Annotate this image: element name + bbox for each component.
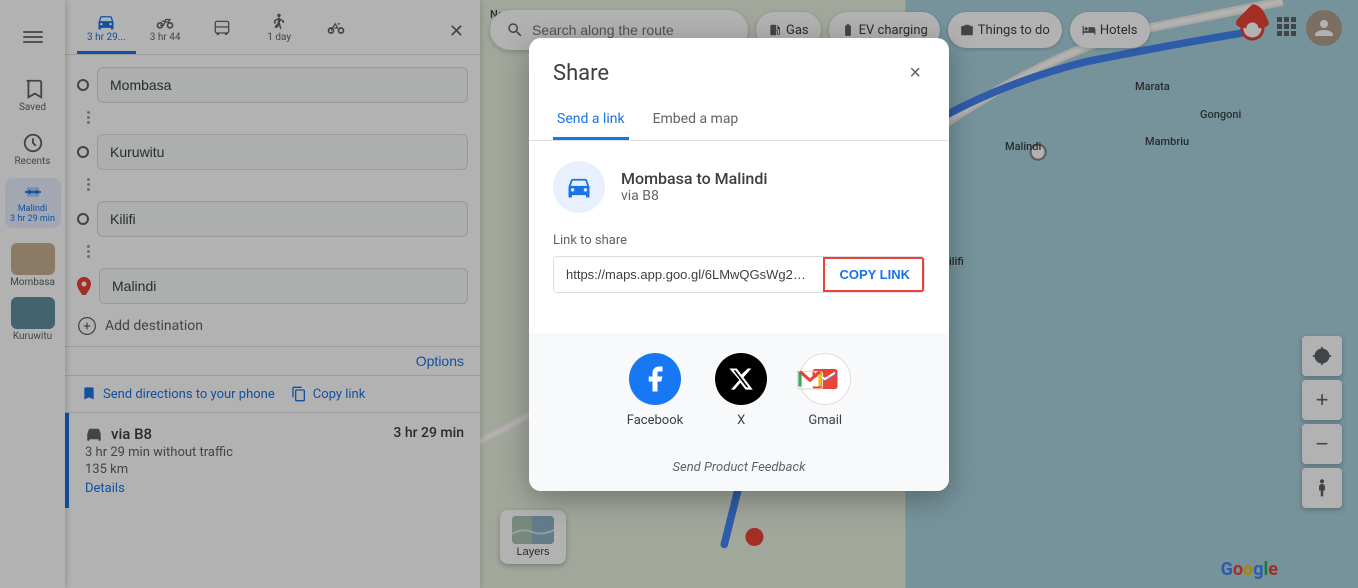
- link-section-label: Link to share: [553, 233, 925, 248]
- feedback-row: Send Product Feedback: [529, 444, 949, 491]
- modal-header: Share ×: [529, 38, 949, 89]
- copy-link-button[interactable]: COPY LINK: [823, 257, 924, 292]
- feedback-link[interactable]: Send Product Feedback: [673, 460, 806, 475]
- x-label: X: [737, 413, 745, 428]
- social-facebook[interactable]: Facebook: [627, 353, 683, 428]
- modal-tabs: Send a link Embed a map: [529, 101, 949, 141]
- modal-title: Share: [553, 61, 609, 86]
- modal-body: Mombasa to Malindi via B8 Link to share …: [529, 141, 949, 313]
- gmail-label: Gmail: [808, 413, 842, 428]
- modal-tab-embed[interactable]: Embed a map: [649, 101, 743, 140]
- x-icon: [715, 353, 767, 405]
- modal-route-text: Mombasa to Malindi via B8: [621, 169, 767, 204]
- social-row: Facebook X: [529, 333, 949, 444]
- facebook-icon: [629, 353, 681, 405]
- route-icon: [553, 161, 605, 213]
- modal-route-title: Mombasa to Malindi: [621, 169, 767, 188]
- facebook-label: Facebook: [627, 413, 683, 428]
- modal-overlay: Share × Send a link Embed a map Mombasa …: [0, 0, 1358, 588]
- modal-close-button[interactable]: ×: [905, 58, 925, 89]
- gmail-icon: [799, 353, 851, 405]
- share-modal: Share × Send a link Embed a map Mombasa …: [529, 38, 949, 491]
- modal-route-subtitle: via B8: [621, 188, 767, 204]
- modal-tab-send-link[interactable]: Send a link: [553, 101, 629, 140]
- social-gmail[interactable]: Gmail: [799, 353, 851, 428]
- modal-route-info: Mombasa to Malindi via B8: [553, 161, 925, 213]
- link-url-input[interactable]: [554, 257, 823, 292]
- social-x[interactable]: X: [715, 353, 767, 428]
- link-section: Link to share COPY LINK: [553, 233, 925, 293]
- link-row: COPY LINK: [553, 256, 925, 293]
